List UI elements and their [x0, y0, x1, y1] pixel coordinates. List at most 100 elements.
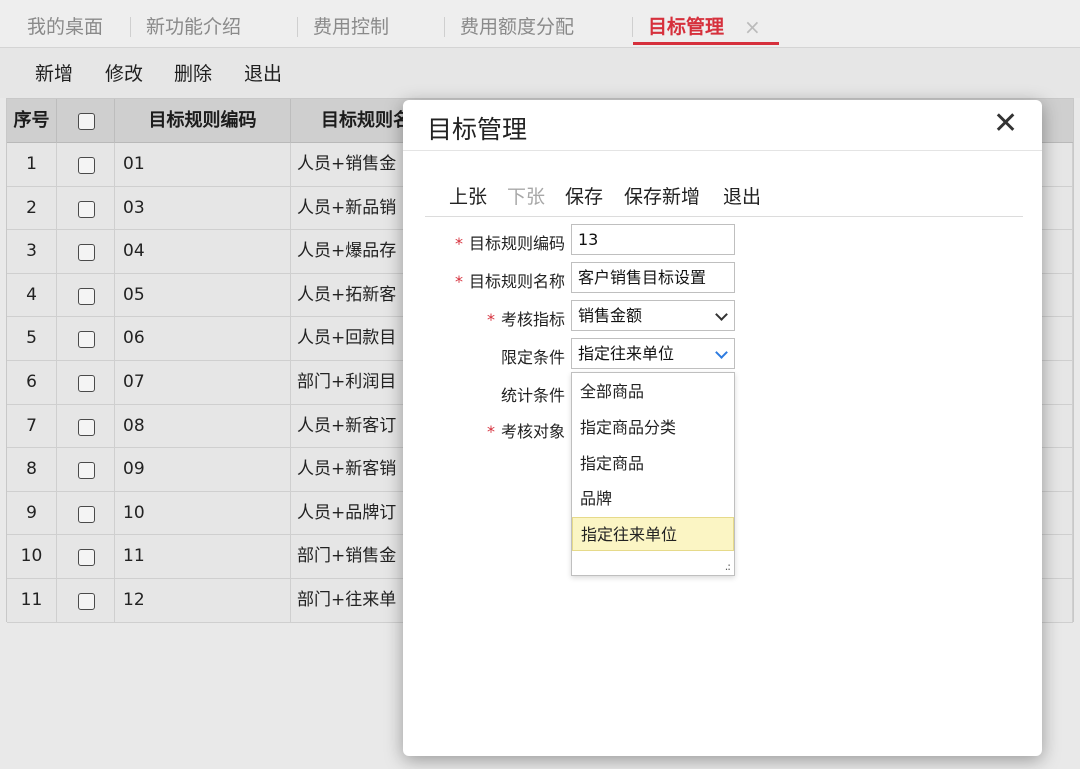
save-button[interactable]: 保存 [565, 182, 603, 209]
chevron-down-icon [715, 308, 728, 321]
rule-name-input[interactable]: 客户销售目标设置 [571, 262, 735, 293]
row-checkbox-cell [57, 143, 115, 186]
required-mark: * [486, 422, 495, 441]
row-checkbox[interactable] [78, 593, 95, 610]
row-checkbox-cell [57, 535, 115, 579]
row-code: 12 [115, 579, 291, 622]
row-checkbox[interactable] [78, 244, 95, 262]
row-code: 09 [115, 448, 291, 492]
row-checkbox[interactable] [78, 549, 95, 567]
option-all-products[interactable]: 全部商品 [572, 375, 734, 409]
row-code: 11 [115, 535, 291, 579]
option-product-category[interactable]: 指定商品分类 [572, 411, 734, 445]
row-checkbox[interactable] [78, 418, 95, 436]
target-object-label: * 考核对象 [486, 422, 565, 441]
metric-select-value: 销售金额 [578, 306, 643, 325]
prev-record-button[interactable]: 上张 [449, 182, 487, 209]
required-mark: * [486, 310, 495, 329]
tab-new-features[interactable]: 新功能介绍 [146, 12, 241, 42]
close-icon[interactable]: ✕ [993, 106, 1018, 141]
row-checkbox-cell [57, 361, 115, 404]
row-code: 01 [115, 143, 291, 186]
row-checkbox[interactable] [78, 200, 95, 218]
row-index: 1 [7, 143, 57, 186]
row-checkbox-cell [57, 491, 115, 535]
row-checkbox-cell [57, 186, 115, 230]
tab-bar: 我的桌面 新功能介绍 费用控制 费用额度分配 目标管理 × [0, 0, 1080, 48]
row-checkbox-cell [57, 317, 115, 361]
required-mark: * [454, 272, 463, 291]
row-index: 5 [7, 317, 57, 361]
row-checkbox[interactable] [78, 287, 95, 305]
tab-separator [297, 17, 298, 37]
limit-condition-select-value: 指定往来单位 [578, 344, 675, 363]
row-checkbox-cell [57, 579, 115, 622]
header-name: 目标规则名 [321, 110, 411, 131]
active-tab-indicator [633, 42, 779, 45]
row-index: 9 [7, 491, 57, 535]
tab-close-icon[interactable]: × [744, 14, 761, 40]
exit-button[interactable]: 退出 [244, 59, 282, 86]
row-code: 04 [115, 230, 291, 274]
limit-condition-label: 限定条件 [500, 348, 565, 367]
tab-separator [444, 17, 445, 37]
row-index: 6 [7, 361, 57, 404]
edit-button[interactable]: 修改 [105, 59, 143, 86]
dialog-header-divider [403, 150, 1042, 151]
tab-expense-quota[interactable]: 费用额度分配 [460, 12, 574, 42]
option-specified-partner[interactable]: 指定往来单位 [572, 517, 734, 551]
row-checkbox-cell [57, 273, 115, 317]
row-checkbox[interactable] [78, 505, 95, 523]
option-specified-products[interactable]: 指定商品 [572, 447, 734, 481]
row-index: 8 [7, 448, 57, 492]
delete-button[interactable]: 删除 [174, 59, 212, 86]
dialog-exit-button[interactable]: 退出 [723, 182, 761, 209]
row-checkbox[interactable] [78, 157, 95, 174]
row-code: 08 [115, 404, 291, 448]
required-mark: * [454, 234, 463, 253]
header-select-all [57, 99, 115, 143]
row-checkbox[interactable] [78, 462, 95, 480]
row-code: 05 [115, 273, 291, 317]
tab-expense-control[interactable]: 费用控制 [313, 12, 389, 42]
target-management-dialog: 目标管理 ✕ 上张 下张 保存 保存新增 退出 * 目标规则编码 13 * 目标规则… [403, 100, 1042, 756]
resize-grip-icon[interactable]: .: [725, 560, 731, 573]
main-toolbar: 新增 修改 删除 退出 [0, 48, 1080, 98]
metric-select[interactable]: 销售金额 [571, 300, 735, 331]
row-index: 4 [7, 273, 57, 317]
tab-my-desktop[interactable]: 我的桌面 [27, 12, 103, 42]
rule-name-label: * 目标规则名称 [454, 272, 565, 291]
stat-condition-label: 统计条件 [500, 386, 565, 405]
row-checkbox-cell [57, 448, 115, 492]
next-record-button[interactable]: 下张 [507, 182, 545, 209]
limit-condition-select[interactable]: 指定往来单位 [571, 338, 735, 369]
header-index: 序号 [7, 99, 57, 143]
limit-condition-dropdown: 全部商品 指定商品分类 指定商品 品牌 指定往来单位 .: [571, 372, 735, 576]
save-and-new-button[interactable]: 保存新增 [624, 182, 700, 209]
row-checkbox[interactable] [78, 375, 95, 392]
chevron-down-icon [715, 346, 728, 359]
tab-separator [632, 17, 633, 37]
metric-label: * 考核指标 [486, 310, 565, 329]
row-index: 7 [7, 404, 57, 448]
row-code: 10 [115, 491, 291, 535]
row-code: 06 [115, 317, 291, 361]
header-code: 目标规则编码 [115, 99, 291, 143]
row-checkbox[interactable] [78, 331, 95, 349]
row-index: 3 [7, 230, 57, 274]
row-index: 11 [7, 579, 57, 622]
tab-target-management[interactable]: 目标管理 [648, 12, 724, 42]
row-index: 10 [7, 535, 57, 579]
tab-separator [130, 17, 131, 37]
select-all-checkbox[interactable] [78, 113, 95, 130]
dialog-title: 目标管理 [427, 115, 528, 144]
dialog-toolbar-divider [425, 216, 1023, 217]
option-brand[interactable]: 品牌 [572, 482, 734, 516]
row-checkbox-cell [57, 404, 115, 448]
row-code: 07 [115, 361, 291, 404]
row-checkbox-cell [57, 230, 115, 274]
rule-code-label: * 目标规则编码 [454, 234, 565, 253]
rule-code-input[interactable]: 13 [571, 224, 735, 255]
row-index: 2 [7, 186, 57, 230]
add-button[interactable]: 新增 [35, 59, 73, 86]
